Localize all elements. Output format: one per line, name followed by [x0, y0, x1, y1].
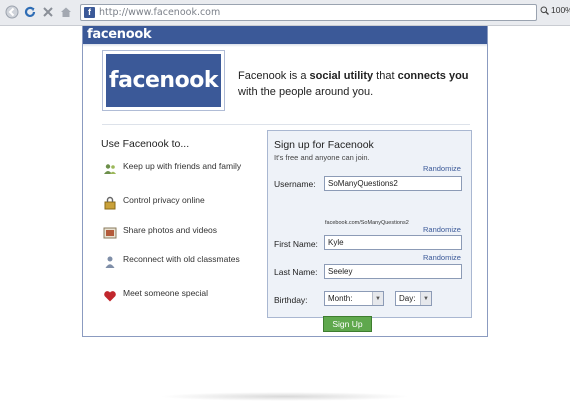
username-input[interactable] — [324, 176, 462, 191]
chevron-down-icon: ▼ — [420, 292, 431, 305]
top-bar-shadow — [83, 44, 487, 47]
randomize-username-link[interactable]: Randomize — [423, 164, 461, 173]
birthday-label: Birthday: — [274, 295, 308, 305]
last-name-input[interactable] — [324, 264, 462, 279]
zoom-level: 100% — [551, 5, 570, 15]
feature-item: Keep up with friends and family — [103, 161, 253, 176]
refresh-icon[interactable] — [22, 4, 38, 20]
person-icon — [105, 256, 115, 268]
photo-icon — [103, 227, 117, 239]
browser-toolbar: f http://www.facenook.com 100% — [0, 0, 570, 26]
feature-label: Control privacy online — [123, 195, 205, 205]
randomize-first-name-link[interactable]: Randomize — [423, 225, 461, 234]
first-name-label: First Name: — [274, 239, 318, 249]
divider — [102, 124, 470, 125]
facenook-page: facenook facenook Facenook is a social u… — [82, 26, 488, 337]
features-title: Use Facenook to... — [101, 138, 190, 150]
feature-label: Reconnect with old classmates — [123, 254, 240, 264]
profile-url-preview: facebook.com/SoManyQuestions2 — [325, 220, 409, 226]
randomize-last-name-link[interactable]: Randomize — [423, 253, 461, 262]
tagline: Facenook is a social utility that connec… — [238, 70, 469, 98]
birth-day-select[interactable]: Day: ▼ — [395, 291, 432, 306]
site-favicon-icon: f — [84, 7, 95, 18]
feature-item: Share photos and videos — [103, 225, 253, 240]
back-icon[interactable] — [4, 4, 20, 20]
friends-icon — [104, 164, 116, 174]
birth-month-value: Month: — [328, 294, 353, 303]
feature-label: Meet someone special — [123, 288, 209, 298]
hero-logo: facenook — [106, 54, 221, 107]
signup-subtitle: It's free and anyone can join. — [274, 153, 370, 162]
address-bar[interactable]: f http://www.facenook.com — [80, 4, 537, 21]
header-logo[interactable]: facenook — [87, 27, 152, 42]
last-name-label: Last Name: — [274, 267, 318, 277]
hero-logo-frame: facenook — [102, 50, 225, 111]
signup-box: Sign up for Facenook It's free and anyon… — [267, 130, 472, 332]
bottom-shadow — [160, 392, 410, 401]
magnifier-icon — [540, 6, 549, 15]
feature-item: Meet someone special — [103, 288, 253, 303]
feature-item: Control privacy online — [103, 195, 253, 210]
heart-icon — [104, 291, 116, 302]
sign-up-button[interactable]: Sign Up — [323, 316, 372, 332]
birth-day-value: Day: — [399, 294, 416, 303]
feature-item: Reconnect with old classmates — [103, 254, 253, 269]
feature-label: Keep up with friends and family — [123, 161, 242, 171]
feature-label: Share photos and videos — [123, 225, 218, 235]
birth-month-select[interactable]: Month: ▼ — [324, 291, 384, 306]
lock-icon — [104, 196, 116, 210]
username-label: Username: — [274, 179, 316, 189]
signup-title: Sign up for Facenook — [274, 139, 374, 151]
chevron-down-icon: ▼ — [372, 292, 383, 305]
first-name-input[interactable] — [324, 235, 462, 250]
top-bar: facenook — [83, 26, 487, 44]
stop-icon[interactable] — [40, 4, 56, 20]
zoom-indicator[interactable]: 100% — [540, 5, 570, 15]
address-url: http://www.facenook.com — [99, 7, 221, 18]
home-icon[interactable] — [58, 4, 74, 20]
